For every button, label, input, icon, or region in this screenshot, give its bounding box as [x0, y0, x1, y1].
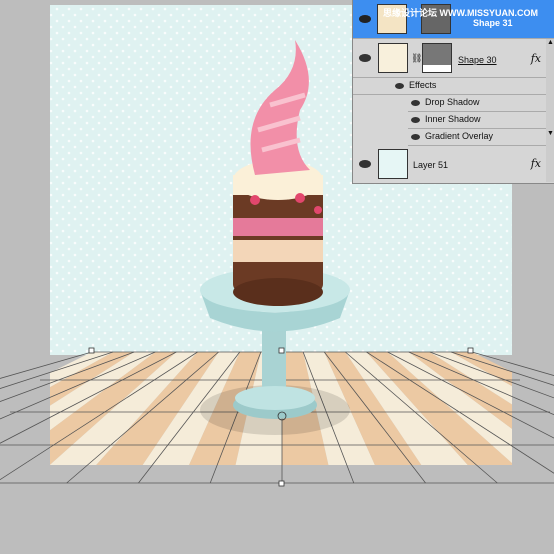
eye-icon[interactable]: [411, 134, 420, 140]
layer-name: Shape 30: [458, 55, 497, 65]
effect-gradient-overlay[interactable]: Gradient Overlay: [408, 129, 554, 146]
effect-label: Drop Shadow: [425, 97, 480, 107]
layer-51[interactable]: Layer 51 fx: [353, 146, 554, 182]
eye-icon[interactable]: [411, 100, 420, 106]
scrollbar[interactable]: ▲ ▼: [546, 39, 554, 182]
eye-icon[interactable]: [395, 83, 404, 89]
layer-name: Layer 51: [413, 160, 449, 170]
fx-icon[interactable]: fx: [531, 52, 541, 65]
mask-thumbnail: [422, 43, 452, 73]
effect-label: Gradient Overlay: [425, 131, 494, 141]
layer-thumbnail: [378, 149, 408, 179]
link-icon: ⛓: [411, 53, 423, 63]
fx-icon[interactable]: fx: [531, 157, 541, 170]
layer-shape-31[interactable]: Shape 31 思缘设计论坛 WWW.MISSYUAN.COM: [353, 0, 554, 39]
layers-panel: Shape 31 思缘设计论坛 WWW.MISSYUAN.COM ⛓ Shape…: [352, 0, 554, 184]
effects-group[interactable]: Effects: [353, 78, 554, 95]
visibility-eye-icon[interactable]: [359, 54, 371, 62]
visibility-eye-icon[interactable]: [359, 160, 371, 168]
effect-inner-shadow[interactable]: Inner Shadow: [408, 112, 554, 129]
effects-label: Effects: [409, 80, 437, 90]
layer-thumbnail: [378, 43, 408, 73]
eye-icon[interactable]: [411, 117, 420, 123]
watermark: 思缘设计论坛 WWW.MISSYUAN.COM: [383, 8, 538, 18]
layer-shape-30[interactable]: ⛓ Shape 30 fx: [353, 39, 554, 78]
visibility-eye-icon[interactable]: [359, 15, 371, 23]
layer-name: Shape 31: [473, 18, 513, 28]
effect-drop-shadow[interactable]: Drop Shadow: [408, 95, 554, 112]
effect-label: Inner Shadow: [425, 114, 481, 124]
